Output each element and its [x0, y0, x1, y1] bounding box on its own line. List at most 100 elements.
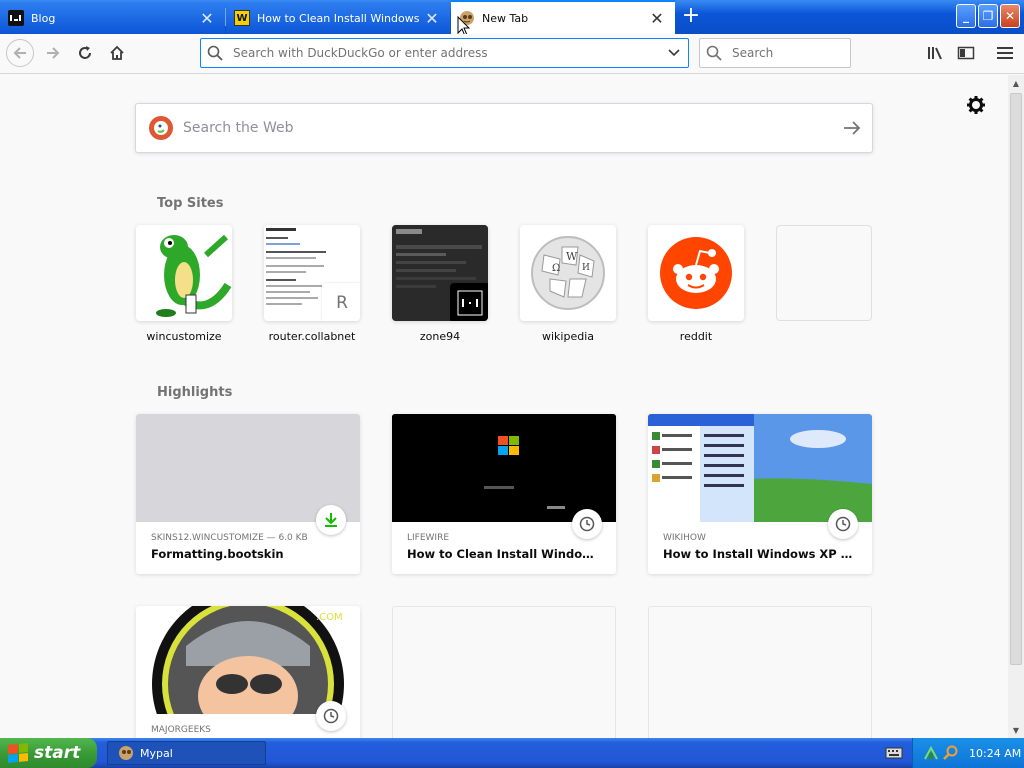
reddit-thumbnail [648, 225, 744, 321]
search-go-button[interactable] [832, 121, 872, 135]
library-button[interactable] [921, 39, 949, 67]
address-bar[interactable] [200, 38, 689, 68]
svg-text:W: W [566, 250, 578, 263]
router-collabnet-thumbnail: R [264, 225, 360, 321]
maximize-button[interactable]: ❐ [978, 4, 998, 28]
highlight-title: How to Install Windows XP (with... [663, 547, 857, 561]
arrow-right-icon [844, 121, 861, 135]
top-site-empty-slot[interactable] [776, 225, 872, 330]
wikipedia-thumbnail: Ω W И [520, 225, 616, 321]
network-icon[interactable] [923, 745, 939, 761]
top-sites-heading: Top Sites [157, 196, 224, 211]
close-tab-icon[interactable]: ✕ [647, 9, 667, 28]
highlight-source: MAJORGEEKS [151, 725, 211, 735]
w-favicon-icon: W [234, 10, 250, 26]
top-site-label: wincustomize [146, 330, 222, 343]
highlight-card[interactable]: WIKIHOW How to Install Windows XP (with.… [648, 414, 872, 574]
duckduckgo-logo-icon [149, 116, 173, 140]
new-tab-button[interactable]: + [676, 2, 706, 32]
minimize-button[interactable]: _ [956, 4, 976, 28]
scroll-up-arrow-icon[interactable]: ▲ [1008, 75, 1024, 91]
search-input[interactable] [732, 46, 842, 60]
tab-title: New Tab [482, 11, 529, 25]
system-tray: 10:24 AM [912, 738, 1024, 768]
close-tab-icon[interactable]: ✕ [422, 9, 442, 28]
close-tab-icon[interactable]: ✕ [197, 9, 217, 28]
highlight-title: How to Clean Install Windows XP [407, 547, 601, 561]
arrow-left-icon [13, 47, 26, 59]
vertical-scrollbar[interactable]: ▲ ▼ [1008, 75, 1024, 738]
menu-button[interactable] [991, 39, 1019, 67]
gear-icon[interactable] [966, 95, 986, 115]
highlight-card[interactable]: SKINS12.WINCUSTOMIZE — 6.0 KB Formatting… [136, 414, 360, 574]
highlight-card[interactable]: LIFEWIRE How to Clean Install Windows XP [392, 414, 616, 574]
home-button[interactable] [103, 39, 131, 67]
highlight-image: .COM [136, 606, 360, 738]
reload-icon [79, 46, 91, 59]
zone94-badge-icon [450, 283, 488, 321]
highlight-empty-slot [648, 606, 872, 738]
top-site-label: zone94 [419, 330, 461, 343]
search-tray-icon[interactable] [943, 745, 959, 761]
hamburger-menu-icon [997, 47, 1013, 59]
site-letter-badge: R [322, 283, 360, 321]
windows-taskbar: start Mypal 10:24 AM [0, 738, 1024, 768]
highlight-source: LIFEWIRE [407, 533, 450, 543]
top-site-tile[interactable]: reddit [648, 225, 744, 343]
reload-button[interactable] [71, 39, 99, 67]
new-tab-page: Top Sites wincustomize [0, 75, 1008, 738]
highlight-source: WIKIHOW [663, 533, 706, 543]
svg-text:Ω: Ω [552, 263, 560, 274]
back-button[interactable] [6, 39, 34, 67]
highlight-title: Formatting.bootskin [151, 547, 284, 561]
sidebar-icon [957, 46, 975, 60]
tab-title: Blog [31, 11, 56, 25]
web-search-box[interactable] [135, 103, 873, 153]
windows-flag-icon [8, 742, 28, 764]
tab-blog[interactable]: Blog ✕ [0, 2, 225, 34]
start-button[interactable]: start [0, 738, 97, 768]
tab-title: How to Clean Install Windows XP [257, 11, 422, 25]
search-bar[interactable] [699, 38, 851, 68]
search-icon [207, 45, 233, 61]
scrollbar-thumb[interactable] [1010, 93, 1022, 665]
clock[interactable]: 10:24 AM [969, 747, 1021, 760]
history-icon [828, 509, 858, 539]
top-site-tile[interactable]: Ω W И wikipedia [520, 225, 616, 343]
terminal-favicon-icon [8, 10, 24, 26]
scroll-down-arrow-icon[interactable]: ▼ [1008, 722, 1024, 738]
taskbar-app-label: Mypal [140, 746, 173, 760]
zone94-thumbnail [392, 225, 488, 321]
web-search-input[interactable] [183, 120, 832, 136]
taskbar-app-button[interactable]: Mypal [107, 741, 266, 765]
arrow-right-icon [47, 47, 60, 59]
top-site-tile[interactable]: zone94 [392, 225, 488, 343]
highlight-empty-slot [392, 606, 616, 738]
home-icon [110, 45, 124, 60]
chevron-down-icon[interactable] [660, 49, 688, 57]
tab-clean-install[interactable]: W How to Clean Install Windows XP ✕ [226, 2, 450, 34]
tab-new-tab[interactable]: New Tab ✕ [451, 0, 675, 34]
highlight-image [392, 414, 616, 522]
download-icon [316, 505, 346, 535]
keyboard-icon[interactable] [885, 746, 903, 760]
sidebar-toggle-button[interactable] [952, 39, 980, 67]
highlight-image [648, 414, 872, 522]
search-icon [706, 45, 732, 61]
top-site-tile[interactable]: R router.collabnet [264, 225, 360, 343]
top-site-label: reddit [679, 330, 713, 343]
mypal-app-icon [119, 746, 133, 760]
address-input[interactable] [233, 46, 660, 60]
highlight-card[interactable]: .COM MAJORGEEKS [136, 606, 360, 738]
top-site-label: router.collabnet [268, 330, 356, 343]
top-site-label: wikipedia [541, 330, 594, 343]
highlights-heading: Highlights [157, 385, 233, 400]
history-icon [572, 509, 602, 539]
top-site-tile[interactable]: wincustomize [136, 225, 232, 343]
close-window-button[interactable]: ✕ [1000, 4, 1020, 28]
forward-button[interactable] [39, 39, 67, 67]
empty-placeholder [776, 225, 872, 321]
history-icon [316, 701, 346, 731]
svg-text:И: И [582, 263, 590, 273]
library-icon [928, 47, 942, 60]
